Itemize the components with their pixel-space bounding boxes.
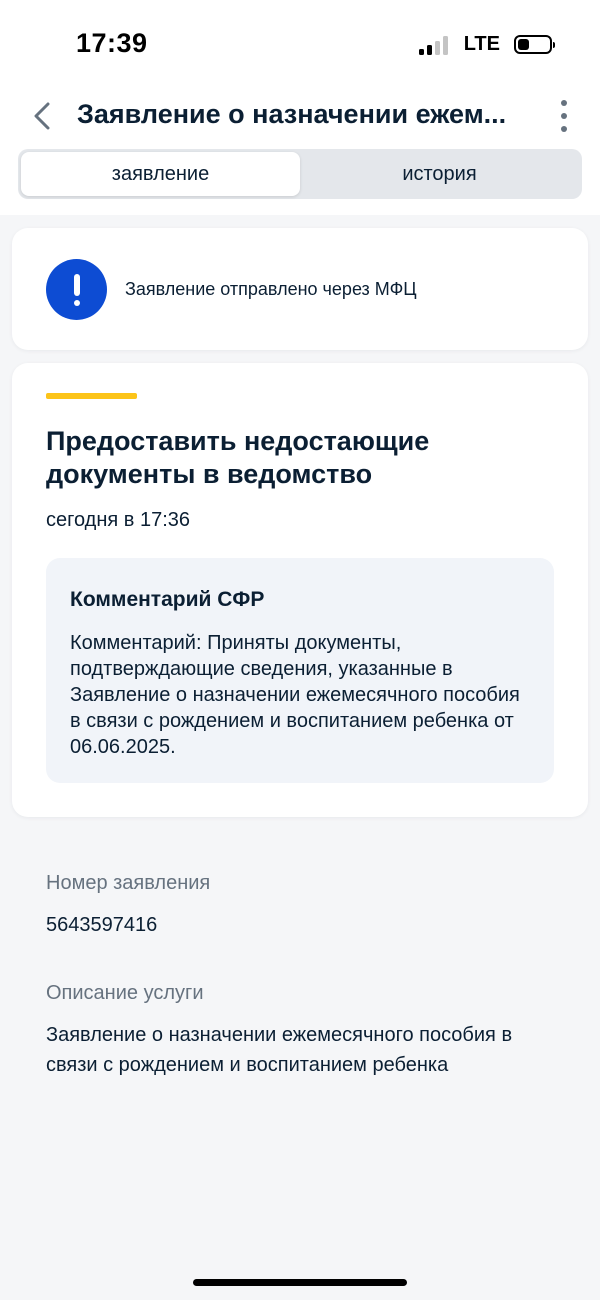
status-bar: 17:39 LTE [0,0,600,90]
status-indicators: LTE [418,33,555,56]
service-description-value: Заявление о назначении ежемесячного посо… [46,1024,513,1076]
application-number-value: 5643597416 [46,914,158,936]
tab-application[interactable]: заявление [21,152,300,196]
comment-title: Комментарий СФР [70,588,265,611]
network-type: LTE [463,33,500,55]
service-description-label: Описание услуги [46,982,204,1004]
home-indicator[interactable] [193,1279,407,1286]
notice-text: Заявление отправлено через МФЦ [125,279,417,299]
signal-icon [418,35,448,55]
application-number-label: Номер заявления [46,872,211,894]
back-button[interactable] [28,98,56,134]
tab-switcher: заявление история [18,149,582,199]
exclamation-icon [46,259,107,320]
accent-line [46,393,137,399]
battery-icon [514,35,555,54]
comment-text: Комментарий: Приняты документы, подтверж… [70,632,520,758]
status-notice-card: Заявление отправлено через МФЦ [12,228,588,350]
task-date: сегодня в 17:36 [46,509,190,531]
task-card: Предоставить недостающие документы в вед… [12,363,588,817]
chevron-left-icon [34,102,50,130]
status-time: 17:39 [76,28,148,58]
more-vertical-icon [561,100,567,106]
more-menu-button[interactable] [556,100,572,132]
comment-box: Комментарий СФР Комментарий: Приняты док… [46,558,554,783]
app-header: Заявление о назначении ежем... заявление… [0,90,600,215]
task-title: Предоставить недостающие документы в вед… [46,426,430,489]
tab-history[interactable]: история [300,152,579,196]
page-title: Заявление о назначении ежем... [77,99,507,129]
